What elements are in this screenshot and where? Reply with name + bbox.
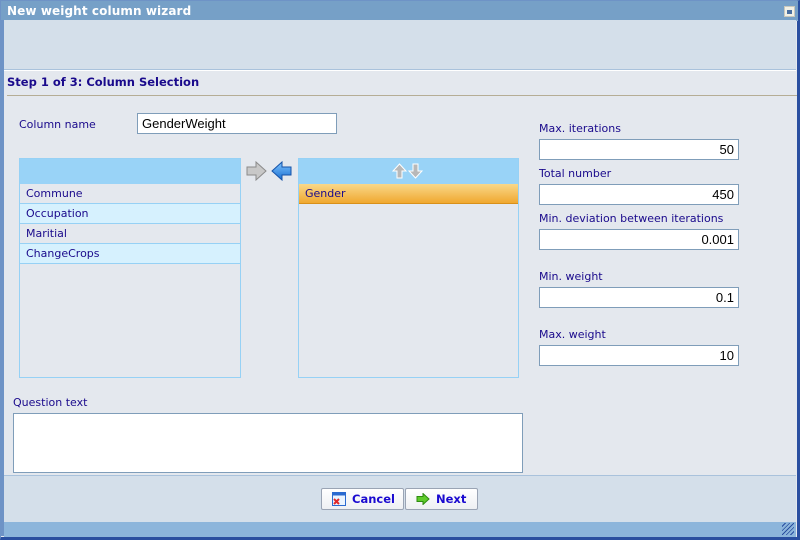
next-button-label: Next xyxy=(436,492,467,506)
window-title: New weight column wizard xyxy=(7,4,192,18)
question-text-label: Question text xyxy=(13,396,88,409)
next-button[interactable]: Next xyxy=(405,488,478,510)
resize-grip-icon[interactable] xyxy=(782,523,794,535)
max-weight-input[interactable] xyxy=(539,345,739,366)
total-number-input[interactable] xyxy=(539,184,739,205)
move-down-arrow-icon[interactable] xyxy=(408,163,423,179)
min-weight-input[interactable] xyxy=(539,287,739,308)
max-iterations-label: Max. iterations xyxy=(539,122,621,135)
column-name-input[interactable] xyxy=(137,113,337,134)
max-weight-label: Max. weight xyxy=(539,328,606,341)
window-left-border xyxy=(0,20,4,536)
step-divider xyxy=(7,95,797,96)
selected-columns-header xyxy=(299,159,518,184)
cancel-button[interactable]: Cancel xyxy=(321,488,404,510)
column-name-label: Column name xyxy=(19,118,96,131)
cancel-button-label: Cancel xyxy=(352,492,395,506)
maximize-icon[interactable] xyxy=(784,6,795,17)
selected-columns-list[interactable]: Gender xyxy=(298,158,519,378)
title-bar[interactable]: New weight column wizard xyxy=(1,1,798,21)
next-arrow-icon xyxy=(416,493,430,505)
move-up-arrow-icon[interactable] xyxy=(392,163,407,179)
move-right-arrow-icon[interactable] xyxy=(246,161,267,181)
header-area xyxy=(4,20,796,71)
list-item[interactable]: Commune xyxy=(20,184,240,204)
min-deviation-label: Min. deviation between iterations xyxy=(539,212,724,225)
min-weight-label: Min. weight xyxy=(539,270,603,283)
move-left-arrow-icon[interactable] xyxy=(271,161,292,181)
question-text-input[interactable] xyxy=(13,413,523,473)
min-deviation-input[interactable] xyxy=(539,229,739,250)
list-item[interactable]: Maritial xyxy=(20,224,240,244)
list-item[interactable]: ChangeCrops xyxy=(20,244,240,264)
list-item-selected[interactable]: Gender xyxy=(299,184,518,204)
cancel-window-icon xyxy=(332,492,346,506)
available-columns-list[interactable]: Commune Occupation Maritial ChangeCrops xyxy=(19,158,241,378)
status-bar xyxy=(4,522,796,537)
step-title: Step 1 of 3: Column Selection xyxy=(7,75,200,89)
total-number-label: Total number xyxy=(539,167,612,180)
available-columns-header xyxy=(20,159,240,184)
list-item[interactable]: Occupation xyxy=(20,204,240,224)
max-iterations-input[interactable] xyxy=(539,139,739,160)
